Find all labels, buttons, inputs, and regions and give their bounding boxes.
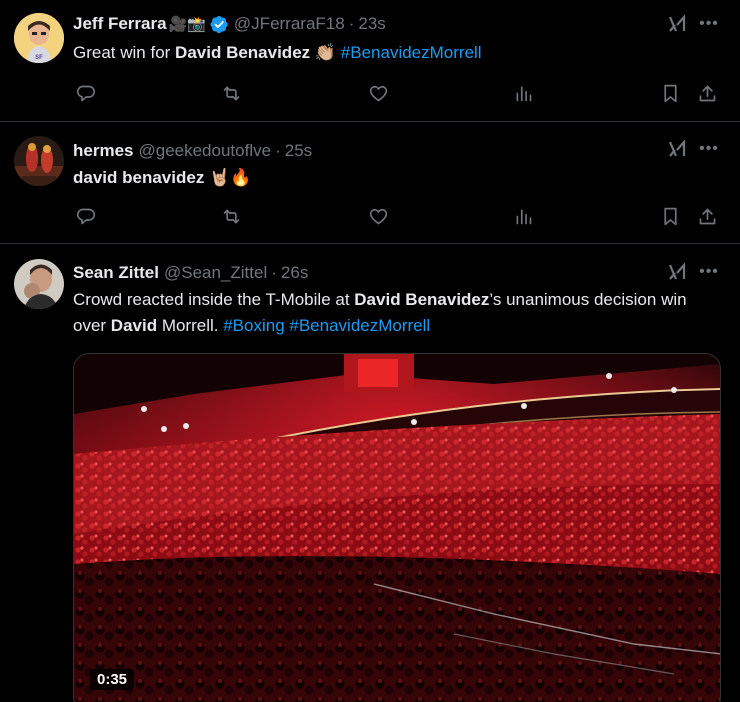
bold-text: david benavidez	[73, 168, 205, 187]
author-handle[interactable]: @geekedoutoflve	[138, 141, 271, 161]
bold-text: David	[110, 316, 158, 335]
hashtag-link[interactable]: #BenavidezMorrell	[341, 43, 482, 62]
hashtag-link[interactable]: #BenavidezMorrell	[289, 316, 430, 335]
share-icon[interactable]	[695, 81, 719, 105]
views-icon[interactable]	[511, 204, 535, 228]
author-handle[interactable]: @Sean_Zittel	[164, 263, 267, 283]
avatar[interactable]	[14, 136, 64, 186]
separator-dot: ·	[275, 141, 281, 160]
tweet-text: david benavidez 🤘🏼🔥	[73, 165, 710, 191]
tweet-jeff-ferrara[interactable]: SF Jeff Ferrara 🎥📸 @JFerraraF18 · 23s ••…	[0, 0, 740, 122]
bold-text: David Benavidez	[175, 43, 311, 62]
grok-icon[interactable]	[667, 139, 687, 159]
reply-icon[interactable]	[73, 204, 97, 228]
more-icon[interactable]: •••	[698, 261, 720, 283]
separator-dot: ·	[271, 263, 277, 282]
views-icon[interactable]	[511, 81, 535, 105]
like-icon[interactable]	[366, 204, 390, 228]
tweet-time[interactable]: 25s	[285, 141, 312, 161]
video-duration: 0:35	[90, 669, 135, 690]
verified-badge-icon[interactable]	[210, 15, 229, 34]
more-icon[interactable]: •••	[698, 13, 720, 35]
more-icon[interactable]: •••	[698, 138, 720, 160]
text-segment: Morrell.	[157, 316, 224, 335]
tweet-time[interactable]: 26s	[281, 263, 308, 283]
hashtag-link[interactable]: #Boxing	[223, 316, 284, 335]
arena-crowd-image	[74, 354, 720, 702]
tweet-actions	[73, 81, 720, 105]
grok-icon[interactable]	[667, 262, 687, 282]
share-icon[interactable]	[695, 204, 719, 228]
avatar[interactable]: SF	[14, 13, 64, 63]
tweet-text: Crowd reacted inside the T-Mobile at Dav…	[73, 287, 710, 339]
tweet-hermes[interactable]: hermes @geekedoutoflve · 25s ••• david b…	[0, 122, 740, 244]
svg-text:SF: SF	[35, 55, 43, 61]
bold-text: David Benavidez	[354, 290, 490, 309]
author-name[interactable]: Jeff Ferrara	[73, 14, 167, 34]
name-emojis: 🎥📸	[168, 16, 206, 33]
author-handle[interactable]: @JFerraraF18	[234, 14, 345, 34]
bookmark-icon[interactable]	[658, 204, 682, 228]
avatar[interactable]	[14, 259, 64, 309]
tweet-text: Great win for David Benavidez 👏🏼 #Benavi…	[73, 40, 710, 66]
author-name[interactable]: hermes	[73, 141, 133, 161]
text-segment: 👏🏼	[310, 43, 341, 62]
bookmark-icon[interactable]	[658, 81, 682, 105]
tweet-time[interactable]: 23s	[358, 14, 385, 34]
text-segment: 🤘🏼🔥	[204, 168, 252, 187]
text-segment: Great win for	[73, 43, 176, 62]
author-name[interactable]: Sean Zittel	[73, 263, 159, 283]
tweet-actions	[73, 204, 720, 228]
separator-dot: ·	[348, 14, 355, 33]
repost-icon[interactable]	[219, 204, 243, 228]
text-segment: Crowd reacted inside the T-Mobile at	[73, 290, 355, 309]
grok-icon[interactable]	[667, 14, 687, 34]
like-icon[interactable]	[366, 81, 390, 105]
repost-icon[interactable]	[219, 81, 243, 105]
video-player[interactable]: 0:35	[73, 353, 721, 702]
reply-icon[interactable]	[73, 81, 97, 105]
